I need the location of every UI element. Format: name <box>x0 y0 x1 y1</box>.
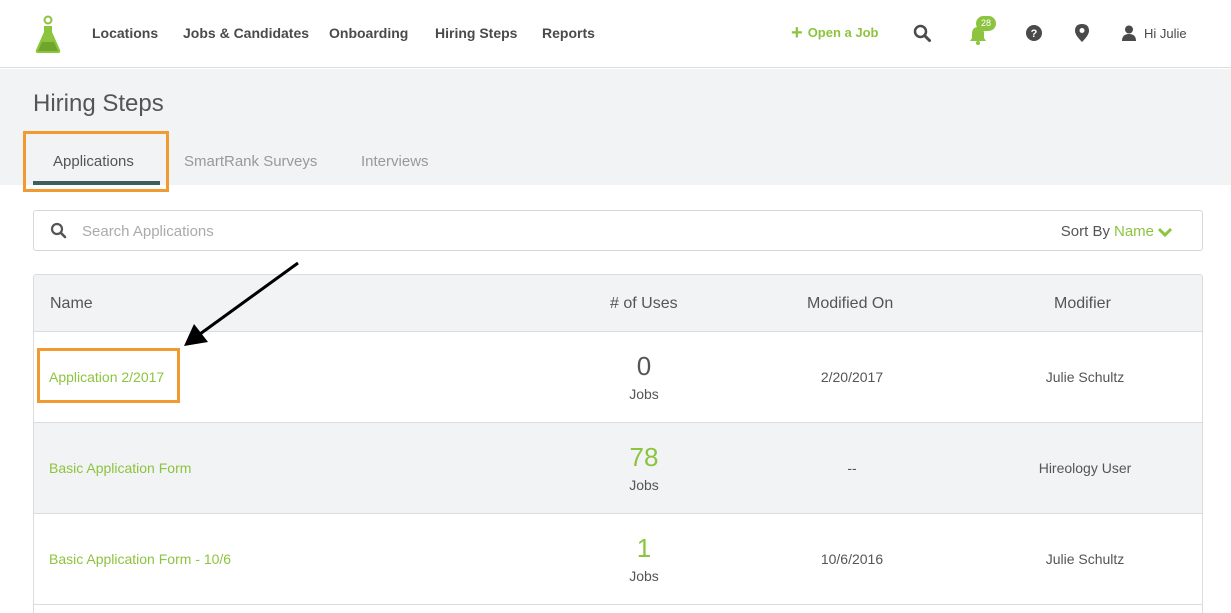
uses-unit: Jobs <box>629 477 659 493</box>
modifier-name: Julie Schultz <box>1045 369 1125 385</box>
column-header-name[interactable]: Name <box>50 295 93 313</box>
column-header-uses[interactable]: # of Uses <box>610 295 678 313</box>
top-navigation-bar: Locations Jobs & Candidates Onboarding H… <box>0 0 1231 68</box>
tab-highlight-box <box>23 131 169 192</box>
user-icon <box>1122 25 1136 41</box>
user-greeting: Hi Julie <box>1144 25 1187 41</box>
modified-date: 10/6/2016 <box>820 551 884 567</box>
application-name-link[interactable]: Basic Application Form <box>49 460 191 476</box>
table-row[interactable]: Basic Application Form 78 Jobs -- Hireol… <box>34 423 1202 514</box>
help-icon[interactable]: ? <box>1023 22 1045 44</box>
table-header: Name # of Uses Modified On Modifier <box>34 275 1202 332</box>
nav-onboarding[interactable]: Onboarding <box>329 25 408 41</box>
uses-cell: 0 Jobs <box>594 352 694 402</box>
uses-unit: Jobs <box>629 568 659 584</box>
notification-count-badge: 28 <box>976 16 996 31</box>
sort-dropdown[interactable]: Sort By Name <box>1061 223 1172 240</box>
uses-count[interactable]: 1 <box>594 534 694 562</box>
nav-locations[interactable]: Locations <box>92 25 158 41</box>
nav-jobs-candidates[interactable]: Jobs & Candidates <box>183 25 309 41</box>
uses-count: 0 <box>636 351 652 381</box>
location-pin-icon[interactable] <box>1071 22 1093 44</box>
application-name-link[interactable]: Basic Application Form - 10/6 <box>49 551 231 567</box>
column-header-modified-on[interactable]: Modified On <box>807 295 893 313</box>
uses-cell: 78 Jobs <box>594 443 694 493</box>
table-row[interactable]: Basic Application Form - 10/6 1 Jobs 10/… <box>34 514 1202 605</box>
search-input[interactable] <box>82 219 982 243</box>
sort-label: Sort By <box>1060 223 1110 240</box>
uses-unit: Jobs <box>629 386 659 402</box>
plus-icon: + <box>791 21 803 44</box>
tab-interviews[interactable]: Interviews <box>361 153 429 170</box>
modified-date: 2/20/2017 <box>820 369 884 385</box>
modified-date: -- <box>847 460 857 476</box>
chevron-down-icon <box>1158 227 1172 237</box>
uses-cell: 1 Jobs <box>594 534 694 584</box>
nav-reports[interactable]: Reports <box>542 25 595 41</box>
row-highlight-box <box>37 348 180 403</box>
sort-value: Name <box>1113 223 1154 240</box>
user-menu[interactable]: Hi Julie <box>1122 25 1187 41</box>
search-icon[interactable] <box>911 22 933 44</box>
open-job-button[interactable]: + Open a Job <box>791 21 879 44</box>
applications-table: Name # of Uses Modified On Modifier Appl… <box>33 274 1203 613</box>
table-row[interactable]: Application 2/2017 0 Jobs 2/20/2017 Juli… <box>34 332 1202 423</box>
hireology-logo-icon[interactable] <box>34 14 62 54</box>
open-job-label: Open a Job <box>807 25 879 40</box>
search-icon <box>50 222 67 239</box>
nav-hiring-steps[interactable]: Hiring Steps <box>435 25 517 41</box>
modifier-name: Julie Schultz <box>1045 551 1125 567</box>
column-header-modifier[interactable]: Modifier <box>1054 295 1111 313</box>
svg-text:?: ? <box>1031 28 1038 40</box>
search-bar: Sort By Name <box>33 210 1203 251</box>
page-title: Hiring Steps <box>33 90 164 117</box>
uses-count[interactable]: 78 <box>594 443 694 471</box>
modifier-name: Hireology User <box>1038 460 1132 476</box>
tab-smartrank-surveys[interactable]: SmartRank Surveys <box>184 153 317 170</box>
